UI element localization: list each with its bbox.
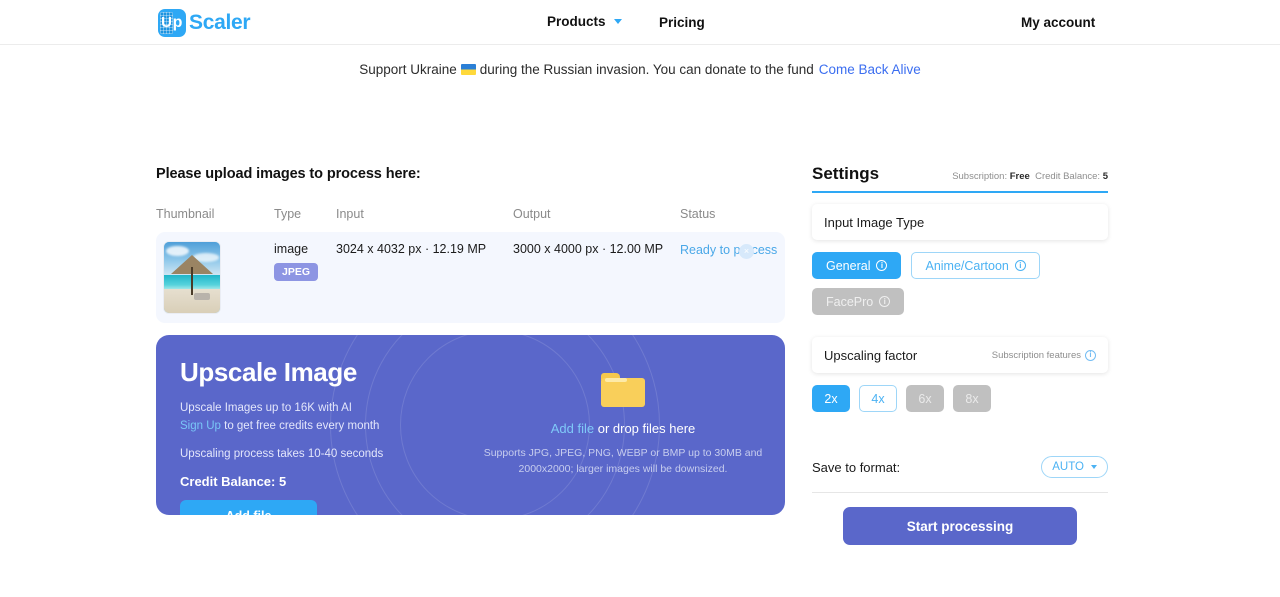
folder-body [601, 377, 645, 407]
option-anime-cartoon[interactable]: Anime/Cartoon i [911, 252, 1040, 279]
promo-line-2-rest: to get free credits every month [224, 419, 380, 432]
nav-products-label: Products [547, 14, 606, 29]
dropzone-text: Add file or drop files here [551, 421, 696, 436]
dropzone-supports-text: Supports JPG, JPEG, PNG, WEBP or BMP up … [483, 446, 763, 475]
save-format-select[interactable]: AUTO [1041, 456, 1108, 478]
divider [812, 492, 1108, 493]
option-facepro-label: FacePro [826, 294, 874, 309]
option-facepro[interactable]: FacePro i [812, 288, 905, 315]
chevron-down-icon [1091, 465, 1097, 469]
info-icon[interactable]: i [879, 296, 891, 307]
info-icon[interactable]: i [1014, 260, 1026, 271]
input-image-type-label: Input Image Type [824, 214, 925, 230]
ukraine-flag-icon [460, 63, 476, 75]
image-thumbnail[interactable] [164, 242, 220, 313]
settings-meta: Subscription: Free Credit Balance: 5 [952, 171, 1108, 184]
chevron-down-icon [613, 19, 622, 24]
subscription-features-note: Subscription features i [991, 349, 1096, 361]
info-icon[interactable]: i [876, 260, 888, 271]
nav-item-products[interactable]: Products [547, 14, 622, 29]
settings-panel: Settings Subscription: Free Credit Balan… [812, 164, 1108, 545]
page-title: Please upload images to process here: [156, 166, 421, 182]
subscription-label: Subscription: [952, 171, 1008, 182]
subscription-value: Free [1009, 171, 1030, 182]
input-image-type-field: Input Image Type [812, 204, 1108, 240]
factor-4x[interactable]: 4x [859, 385, 897, 412]
option-general[interactable]: General i [812, 252, 902, 279]
upload-section: Please upload images to process here: Th… [156, 166, 785, 515]
credit-balance-value: 5 [1102, 171, 1108, 182]
thumb-lounger [194, 293, 211, 301]
option-general-label: General [826, 258, 871, 273]
factor-6x[interactable]: 6x [906, 385, 944, 412]
dropzone[interactable]: Add file or drop files here Supports JPG… [471, 335, 785, 515]
save-format-value: AUTO [1052, 461, 1084, 473]
dropzone-rest: or drop files here [597, 420, 696, 436]
add-file-button[interactable]: Add file [180, 500, 317, 515]
credit-balance-label: Credit Balance: [1035, 171, 1101, 182]
settings-header: Settings Subscription: Free Credit Balan… [812, 164, 1108, 193]
thumb-umbrella-pole [191, 266, 194, 296]
option-anime-label: Anime/Cartoon [925, 258, 1009, 273]
come-back-alive-link[interactable]: Come Back Alive [819, 62, 921, 77]
upscaling-factor-label: Upscaling factor [824, 347, 918, 363]
banner-text-after: during the Russian invasion. You can don… [479, 61, 814, 77]
info-icon[interactable]: i [1085, 349, 1096, 361]
logo-text: Scaler [189, 11, 251, 34]
nav-pricing-label: Pricing [659, 15, 705, 30]
folder-lip [605, 377, 627, 382]
save-format-label: Save to format: [812, 459, 901, 475]
logo-mark-icon: U p [158, 9, 186, 37]
output-dimensions: 3000 x 4000 px · 12.00 MP [513, 242, 664, 256]
promo-title: Upscale Image [180, 357, 357, 387]
input-image-type-options-row2: FacePro i [812, 288, 1108, 315]
support-ukraine-banner: Support Ukraine during the Russian invas… [0, 56, 1280, 82]
upscaling-factor-options: 2x 4x 6x 8x [812, 385, 1108, 412]
input-image-type-options: General i Anime/Cartoon i [812, 252, 1108, 279]
logo-mark-p: p [172, 14, 183, 31]
folder-icon [601, 372, 645, 407]
column-header-input: Input [336, 207, 364, 221]
promo-line-1: Upscale Images up to 16K with AI Sign Up… [180, 400, 471, 436]
subscription-features-text: Subscription features [991, 349, 1081, 361]
nav-item-pricing[interactable]: Pricing [659, 14, 705, 32]
start-processing-button[interactable]: Start processing [843, 507, 1077, 545]
status-badge: JPEG [274, 263, 319, 281]
upscaling-factor-field: Upscaling factor Subscription features i [812, 337, 1108, 373]
column-header-type: Type [274, 207, 302, 221]
promo-credit-balance: Credit Balance: 5 [180, 474, 287, 490]
column-header-output: Output [513, 207, 551, 221]
logo[interactable]: U p Scaler [158, 9, 251, 37]
promo-line-3: Upscaling process takes 10-40 seconds [180, 447, 384, 460]
input-dimensions: 3024 x 4032 px · 12.19 MP [336, 242, 487, 256]
promo-text-block: Upscale Image Upscale Images up to 16K w… [156, 335, 471, 515]
type-cell: image JPEG [274, 242, 336, 313]
promo-line-1-text: Upscale Images up to 16K with AI [180, 402, 352, 414]
nav-item-my-account[interactable]: My account [1021, 14, 1095, 32]
thumbnail-cell [156, 242, 274, 313]
dropzone-add-file-link[interactable]: Add file [551, 421, 594, 436]
row-status[interactable]: Ready to process [680, 242, 785, 313]
upload-table-header: Thumbnail Type Input Output Status [156, 207, 785, 221]
site-header: U p Scaler Products Pricing My account [0, 0, 1280, 45]
column-header-status: Status [680, 207, 716, 221]
settings-title: Settings [812, 164, 880, 183]
column-header-thumbnail: Thumbnail [156, 207, 215, 221]
save-format-row: Save to format: AUTO [812, 456, 1108, 478]
nav-account-label: My account [1021, 15, 1096, 30]
factor-8x[interactable]: 8x [953, 385, 991, 412]
file-type-label: image [274, 242, 309, 256]
banner-text-before: Support Ukraine [359, 61, 457, 77]
sign-up-link[interactable]: Sign Up [180, 420, 221, 432]
close-icon[interactable]: × [739, 244, 754, 259]
table-row: image JPEG 3024 x 4032 px · 12.19 MP 300… [156, 232, 785, 323]
factor-2x[interactable]: 2x [812, 385, 850, 412]
upscale-promo-panel: Upscale Image Upscale Images up to 16K w… [156, 335, 785, 515]
